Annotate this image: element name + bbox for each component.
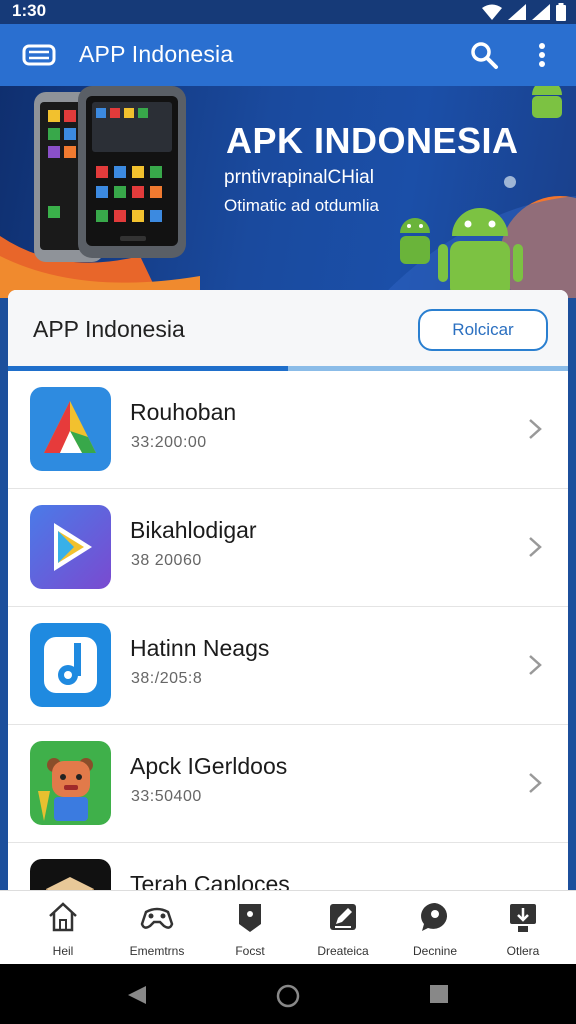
app-list: Rouhoban 33:200:00 Bikahlodigar 38 20060 <box>8 371 568 910</box>
chevron-right-icon <box>529 537 542 557</box>
list-item[interactable]: Apck IGerldoos 33:50400 <box>8 725 568 843</box>
home-icon <box>49 902 77 932</box>
edit-icon <box>330 904 356 930</box>
app-meta: 38 20060 <box>131 552 202 569</box>
signal-icon-2 <box>532 4 550 20</box>
android-robot-corner <box>532 86 562 118</box>
recents-icon[interactable] <box>429 984 449 1004</box>
android-robot-small <box>400 218 430 264</box>
nav-item-featured[interactable]: Focst <box>205 891 295 965</box>
nav-label: Decnine <box>412 944 458 958</box>
nav-item-create[interactable]: Dreateica <box>298 891 388 965</box>
app-name: Apck IGerldoos <box>130 753 288 779</box>
app-title: APP Indonesia <box>79 41 234 67</box>
play-app-icon <box>30 505 111 589</box>
status-icons <box>482 3 566 21</box>
phone-illustration <box>34 86 186 262</box>
game-app-icon <box>30 741 111 825</box>
app-name: Rouhoban <box>130 399 237 425</box>
banner-subtitle-1: prntivrapinalCHial <box>224 167 374 188</box>
bottom-navigation: Heil Ememtrns Focst Dreateica Decnine Ot… <box>0 890 576 964</box>
nav-label: Focst <box>235 944 265 958</box>
nav-item-entertainment[interactable]: Ememtrns <box>112 891 202 965</box>
triangle-app-icon <box>30 387 111 471</box>
nav-item-discover[interactable]: Decnine <box>390 891 480 965</box>
app-bar: APP Indonesia <box>0 24 576 86</box>
wifi-icon <box>482 4 502 20</box>
tag-icon <box>239 904 261 932</box>
nav-label: Otlera <box>506 944 540 958</box>
banner-subtitle-2: Otimatic ad otdumlia <box>224 196 379 215</box>
home-button-icon[interactable] <box>276 984 300 1008</box>
battery-icon <box>556 3 566 21</box>
status-bar: 1:30 <box>0 0 576 24</box>
app-name: Hatinn Neags <box>130 635 270 661</box>
nav-label: Ememtrns <box>129 944 185 958</box>
nav-item-home[interactable]: Heil <box>18 891 108 965</box>
controller-icon <box>140 907 174 929</box>
chat-icon <box>421 903 448 931</box>
app-meta: 33:50400 <box>131 788 202 805</box>
app-meta: 33:200:00 <box>131 434 207 451</box>
list-item[interactable]: Rouhoban 33:200:00 <box>8 371 568 489</box>
nav-item-others[interactable]: Otlera <box>478 891 568 965</box>
list-header: APP Indonesia Rolcicar <box>8 290 568 368</box>
app-list-card: APP Indonesia Rolcicar Rouhoban 33:200:0… <box>8 290 568 910</box>
menu-icon[interactable] <box>20 40 58 70</box>
back-icon[interactable] <box>126 984 148 1006</box>
search-icon[interactable] <box>469 40 499 70</box>
music-app-icon <box>30 623 111 707</box>
app-name: Bikahlodigar <box>130 517 257 543</box>
list-title: APP Indonesia <box>33 316 185 342</box>
chevron-right-icon <box>529 773 542 793</box>
chevron-right-icon <box>529 655 542 675</box>
nav-label: Heil <box>52 944 74 958</box>
signal-icon <box>508 4 526 20</box>
banner-artwork <box>0 86 576 298</box>
list-item[interactable]: Bikahlodigar 38 20060 <box>8 489 568 607</box>
app-meta: 38:/205:8 <box>131 670 203 687</box>
chevron-right-icon <box>529 419 542 439</box>
nav-label: Dreateica <box>317 944 369 958</box>
download-icon <box>510 904 536 932</box>
system-navigation-bar <box>0 964 576 1024</box>
banner-title: APK INDONESIA <box>226 120 519 161</box>
list-item[interactable]: Hatinn Neags 38:/205:8 <box>8 607 568 725</box>
promo-banner[interactable]: APK INDONESIA prntivrapinalCHial Otimati… <box>0 86 576 298</box>
status-time: 1:30 <box>12 1 47 20</box>
header-action-button[interactable]: Rolcicar <box>418 309 548 351</box>
more-vert-icon[interactable] <box>530 40 554 70</box>
